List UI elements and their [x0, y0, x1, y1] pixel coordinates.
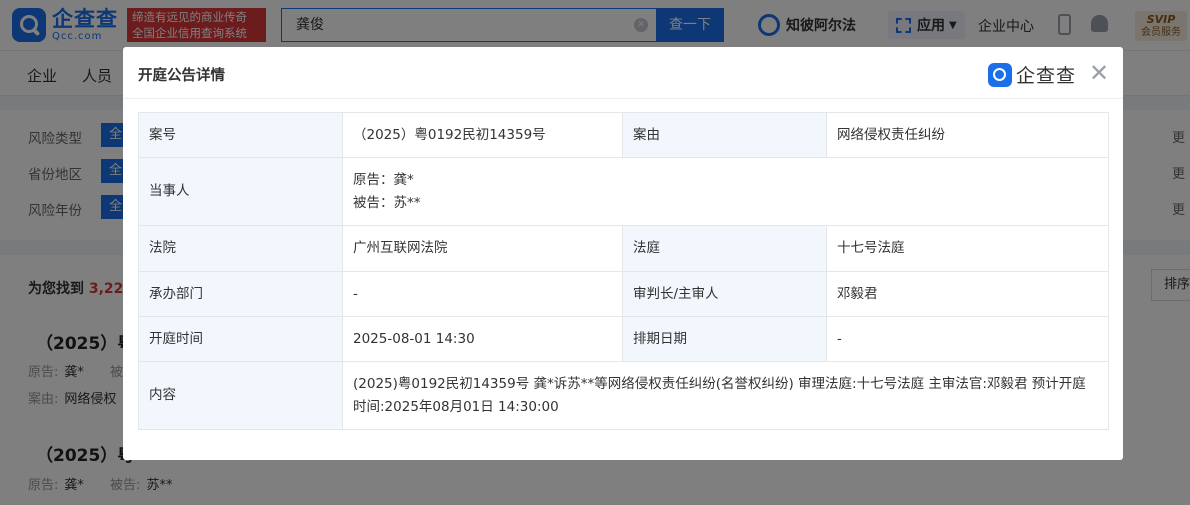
defendant-value: 被告：苏**	[353, 194, 421, 211]
hearing-time-value: 2025-08-01 14:30	[342, 316, 623, 362]
court-value: 广州互联网法院	[342, 225, 623, 272]
hearing-time-label: 开庭时间	[138, 316, 343, 362]
dept-label: 承办部门	[138, 271, 343, 317]
case-no-label: 案号	[138, 112, 343, 158]
logo-search-icon	[988, 62, 1012, 87]
table-row: 案号 （2025）粤0192民初14359号 案由 网络侵权责任纠纷	[138, 112, 1109, 158]
court-label: 法院	[138, 225, 343, 272]
judge-label: 审判长/主审人	[622, 271, 827, 317]
schedule-value: -	[826, 316, 1109, 362]
party-value: 原告：龚* 被告：苏**	[342, 157, 1109, 226]
detail-table: 案号 （2025）粤0192民初14359号 案由 网络侵权责任纠纷 当事人 原…	[138, 112, 1109, 430]
hearing-detail-modal: 开庭公告详情 企查查 ✕ 案号 （2025）粤0192民初14359号 案由 网…	[123, 47, 1123, 460]
party-label: 当事人	[138, 157, 343, 226]
table-row: 承办部门 - 审判长/主审人 邓毅君	[138, 271, 1109, 317]
modal-logo: 企查查	[988, 61, 1076, 88]
plaintiff-value: 原告：龚*	[353, 171, 414, 188]
judge-value: 邓毅君	[826, 271, 1109, 317]
modal-title: 开庭公告详情	[138, 68, 225, 84]
tribunal-value: 十七号法庭	[826, 225, 1109, 272]
cause-value: 网络侵权责任纠纷	[826, 112, 1109, 158]
tribunal-label: 法庭	[622, 225, 827, 272]
cause-label: 案由	[622, 112, 827, 158]
modal-header: 开庭公告详情 企查查 ✕	[123, 47, 1123, 99]
case-no-value: （2025）粤0192民初14359号	[342, 112, 623, 158]
close-icon[interactable]: ✕	[1089, 61, 1109, 85]
modal-logo-text: 企查查	[1016, 65, 1077, 87]
content-label: 内容	[138, 361, 343, 430]
dept-value: -	[342, 271, 623, 317]
content-value: (2025)粤0192民初14359号 龚*诉苏**等网络侵权责任纠纷(名誉权纠…	[342, 361, 1109, 430]
table-row: 开庭时间 2025-08-01 14:30 排期日期 -	[138, 316, 1109, 362]
table-row: 内容 (2025)粤0192民初14359号 龚*诉苏**等网络侵权责任纠纷(名…	[138, 361, 1109, 430]
table-row: 法院 广州互联网法院 法庭 十七号法庭	[138, 225, 1109, 272]
table-row: 当事人 原告：龚* 被告：苏**	[138, 157, 1109, 226]
schedule-label: 排期日期	[622, 316, 827, 362]
